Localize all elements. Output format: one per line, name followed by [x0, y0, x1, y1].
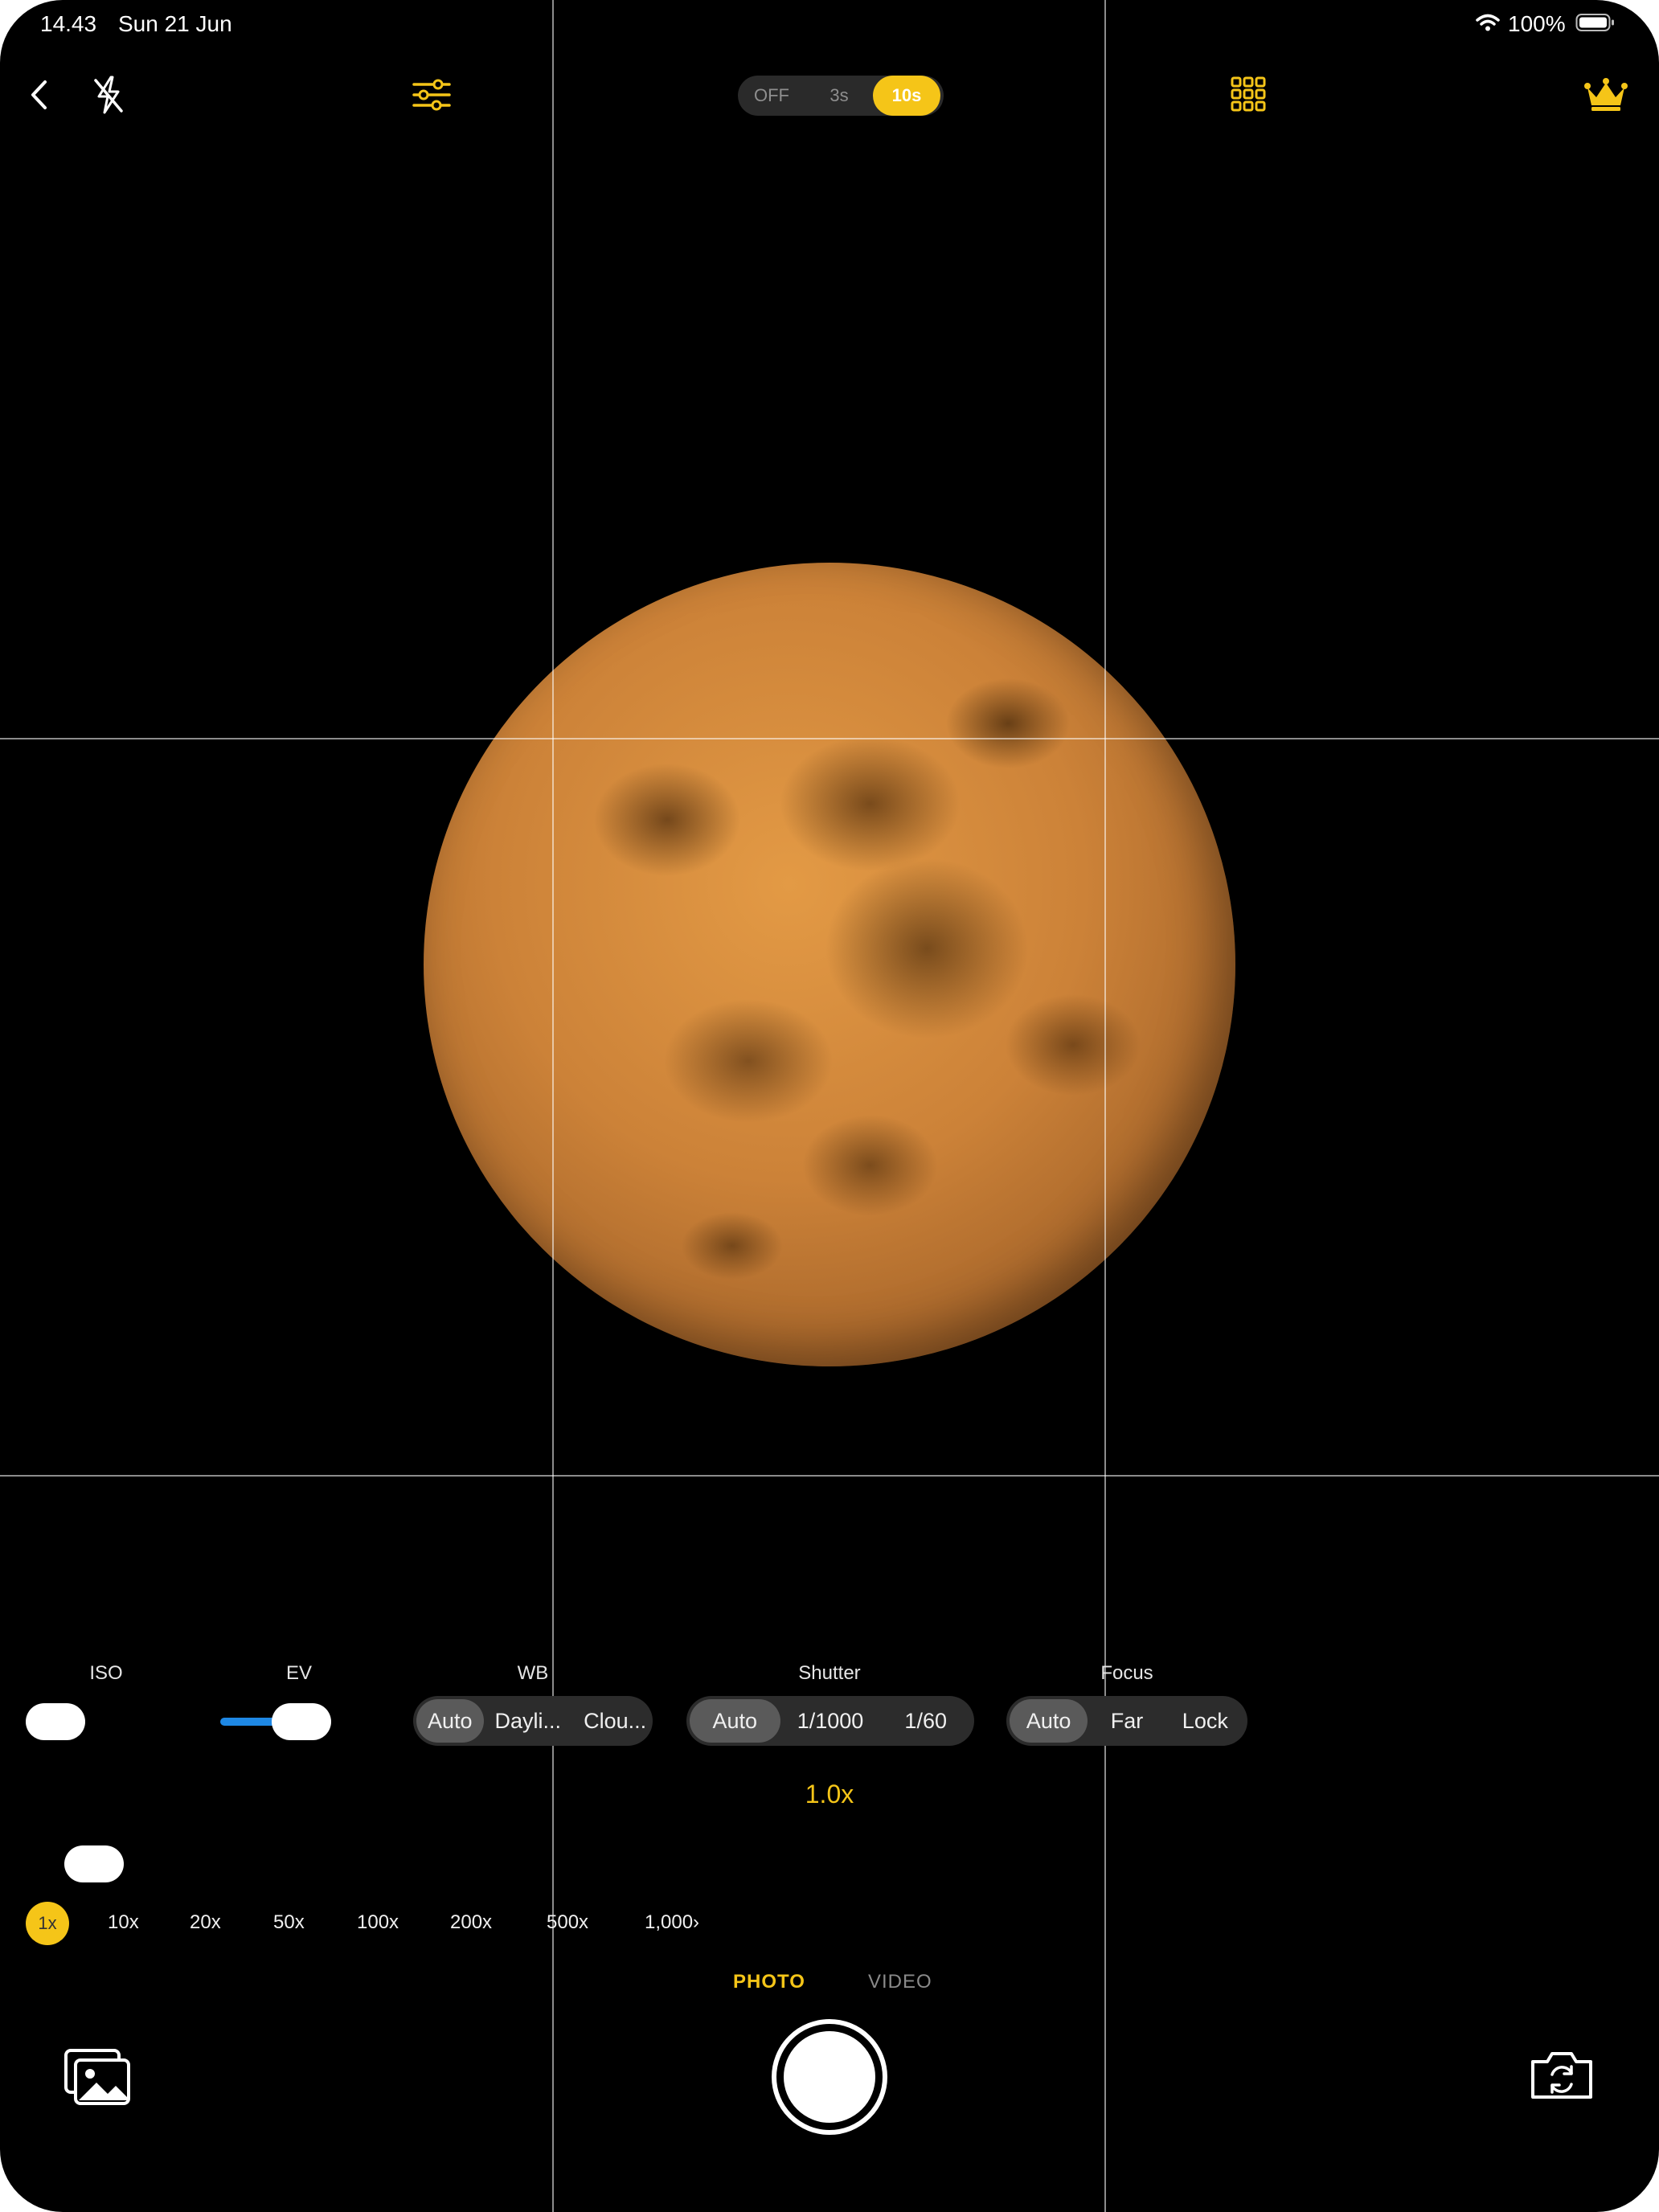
ev-slider-thumb[interactable] [272, 1703, 331, 1740]
focus-option-far[interactable]: Far [1088, 1699, 1165, 1743]
grid-line [1104, 0, 1106, 2212]
status-time: 14.43 [40, 11, 97, 36]
adjustments-sliders-icon[interactable] [412, 76, 452, 114]
moon-photo-preview[interactable] [424, 563, 1235, 1366]
wifi-icon [1476, 13, 1500, 32]
zoom-option-100x[interactable]: 100x [357, 1911, 399, 1934]
timer-option-off[interactable]: OFF [738, 76, 805, 116]
timer-option-3s[interactable]: 3s [805, 76, 873, 116]
wb-option-daylight[interactable]: Dayli... [484, 1699, 573, 1743]
shutter-label: Shutter [798, 1662, 861, 1684]
zoom-option-10x[interactable]: 10x [108, 1911, 139, 1934]
back-chevron-icon[interactable] [21, 74, 56, 116]
focus-label: Focus [1100, 1662, 1153, 1684]
wb-label: WB [517, 1662, 549, 1684]
zoom-option-20x[interactable]: 20x [190, 1911, 221, 1934]
iso-label: ISO [89, 1662, 123, 1684]
shutter-speed-selector: Auto 1/1000 1/60 [686, 1696, 974, 1746]
wb-option-cloudy[interactable]: Clou... [572, 1699, 657, 1743]
focus-option-auto[interactable]: Auto [1010, 1699, 1088, 1743]
crown-icon[interactable] [1582, 74, 1630, 114]
self-timer-selector: OFF 3s 10s [738, 76, 944, 116]
zoom-toggle[interactable] [64, 1845, 124, 1882]
zoom-option-200x[interactable]: 200x [450, 1911, 492, 1934]
shutter-option-1-1000[interactable]: 1/1000 [780, 1699, 881, 1743]
shutter-option-1-60[interactable]: 1/60 [880, 1699, 971, 1743]
zoom-option-1x[interactable]: 1x [26, 1902, 69, 1945]
timer-option-10s[interactable]: 10s [873, 76, 940, 116]
flash-off-icon[interactable] [87, 72, 130, 117]
focus-selector: Auto Far Lock [1006, 1696, 1247, 1746]
grid-icon[interactable] [1228, 74, 1268, 114]
status-date: Sun 21 Jun [118, 11, 232, 36]
shutter-button-inner [780, 2028, 879, 2126]
focus-option-lock[interactable]: Lock [1166, 1699, 1244, 1743]
mode-photo[interactable]: PHOTO [733, 1971, 805, 1993]
gallery-icon[interactable] [61, 2045, 133, 2109]
shutter-option-auto[interactable]: Auto [690, 1699, 780, 1743]
zoom-level-readout: 1.0x [805, 1780, 854, 1809]
flip-camera-icon[interactable] [1526, 2043, 1598, 2108]
battery-icon [1575, 13, 1616, 32]
iso-auto-toggle[interactable] [26, 1703, 85, 1740]
shutter-button[interactable] [772, 2019, 887, 2135]
grid-line [0, 1475, 1659, 1477]
wb-selector: Auto Dayli... Clou... [413, 1696, 653, 1746]
zoom-option-500x[interactable]: 500x [547, 1911, 588, 1934]
zoom-option-1000x[interactable]: 1,000› [645, 1911, 701, 1934]
camera-screen: 14.43 Sun 21 Jun 100% OFF 3s 10s ISO EV … [0, 0, 1659, 2212]
ev-label: EV [285, 1662, 312, 1684]
zoom-option-50x[interactable]: 50x [273, 1911, 305, 1934]
battery-percent: 100% [1508, 11, 1566, 36]
grid-line [552, 0, 554, 2212]
grid-line [0, 738, 1659, 739]
wb-option-auto[interactable]: Auto [416, 1699, 484, 1743]
mode-video[interactable]: VIDEO [868, 1971, 932, 1993]
